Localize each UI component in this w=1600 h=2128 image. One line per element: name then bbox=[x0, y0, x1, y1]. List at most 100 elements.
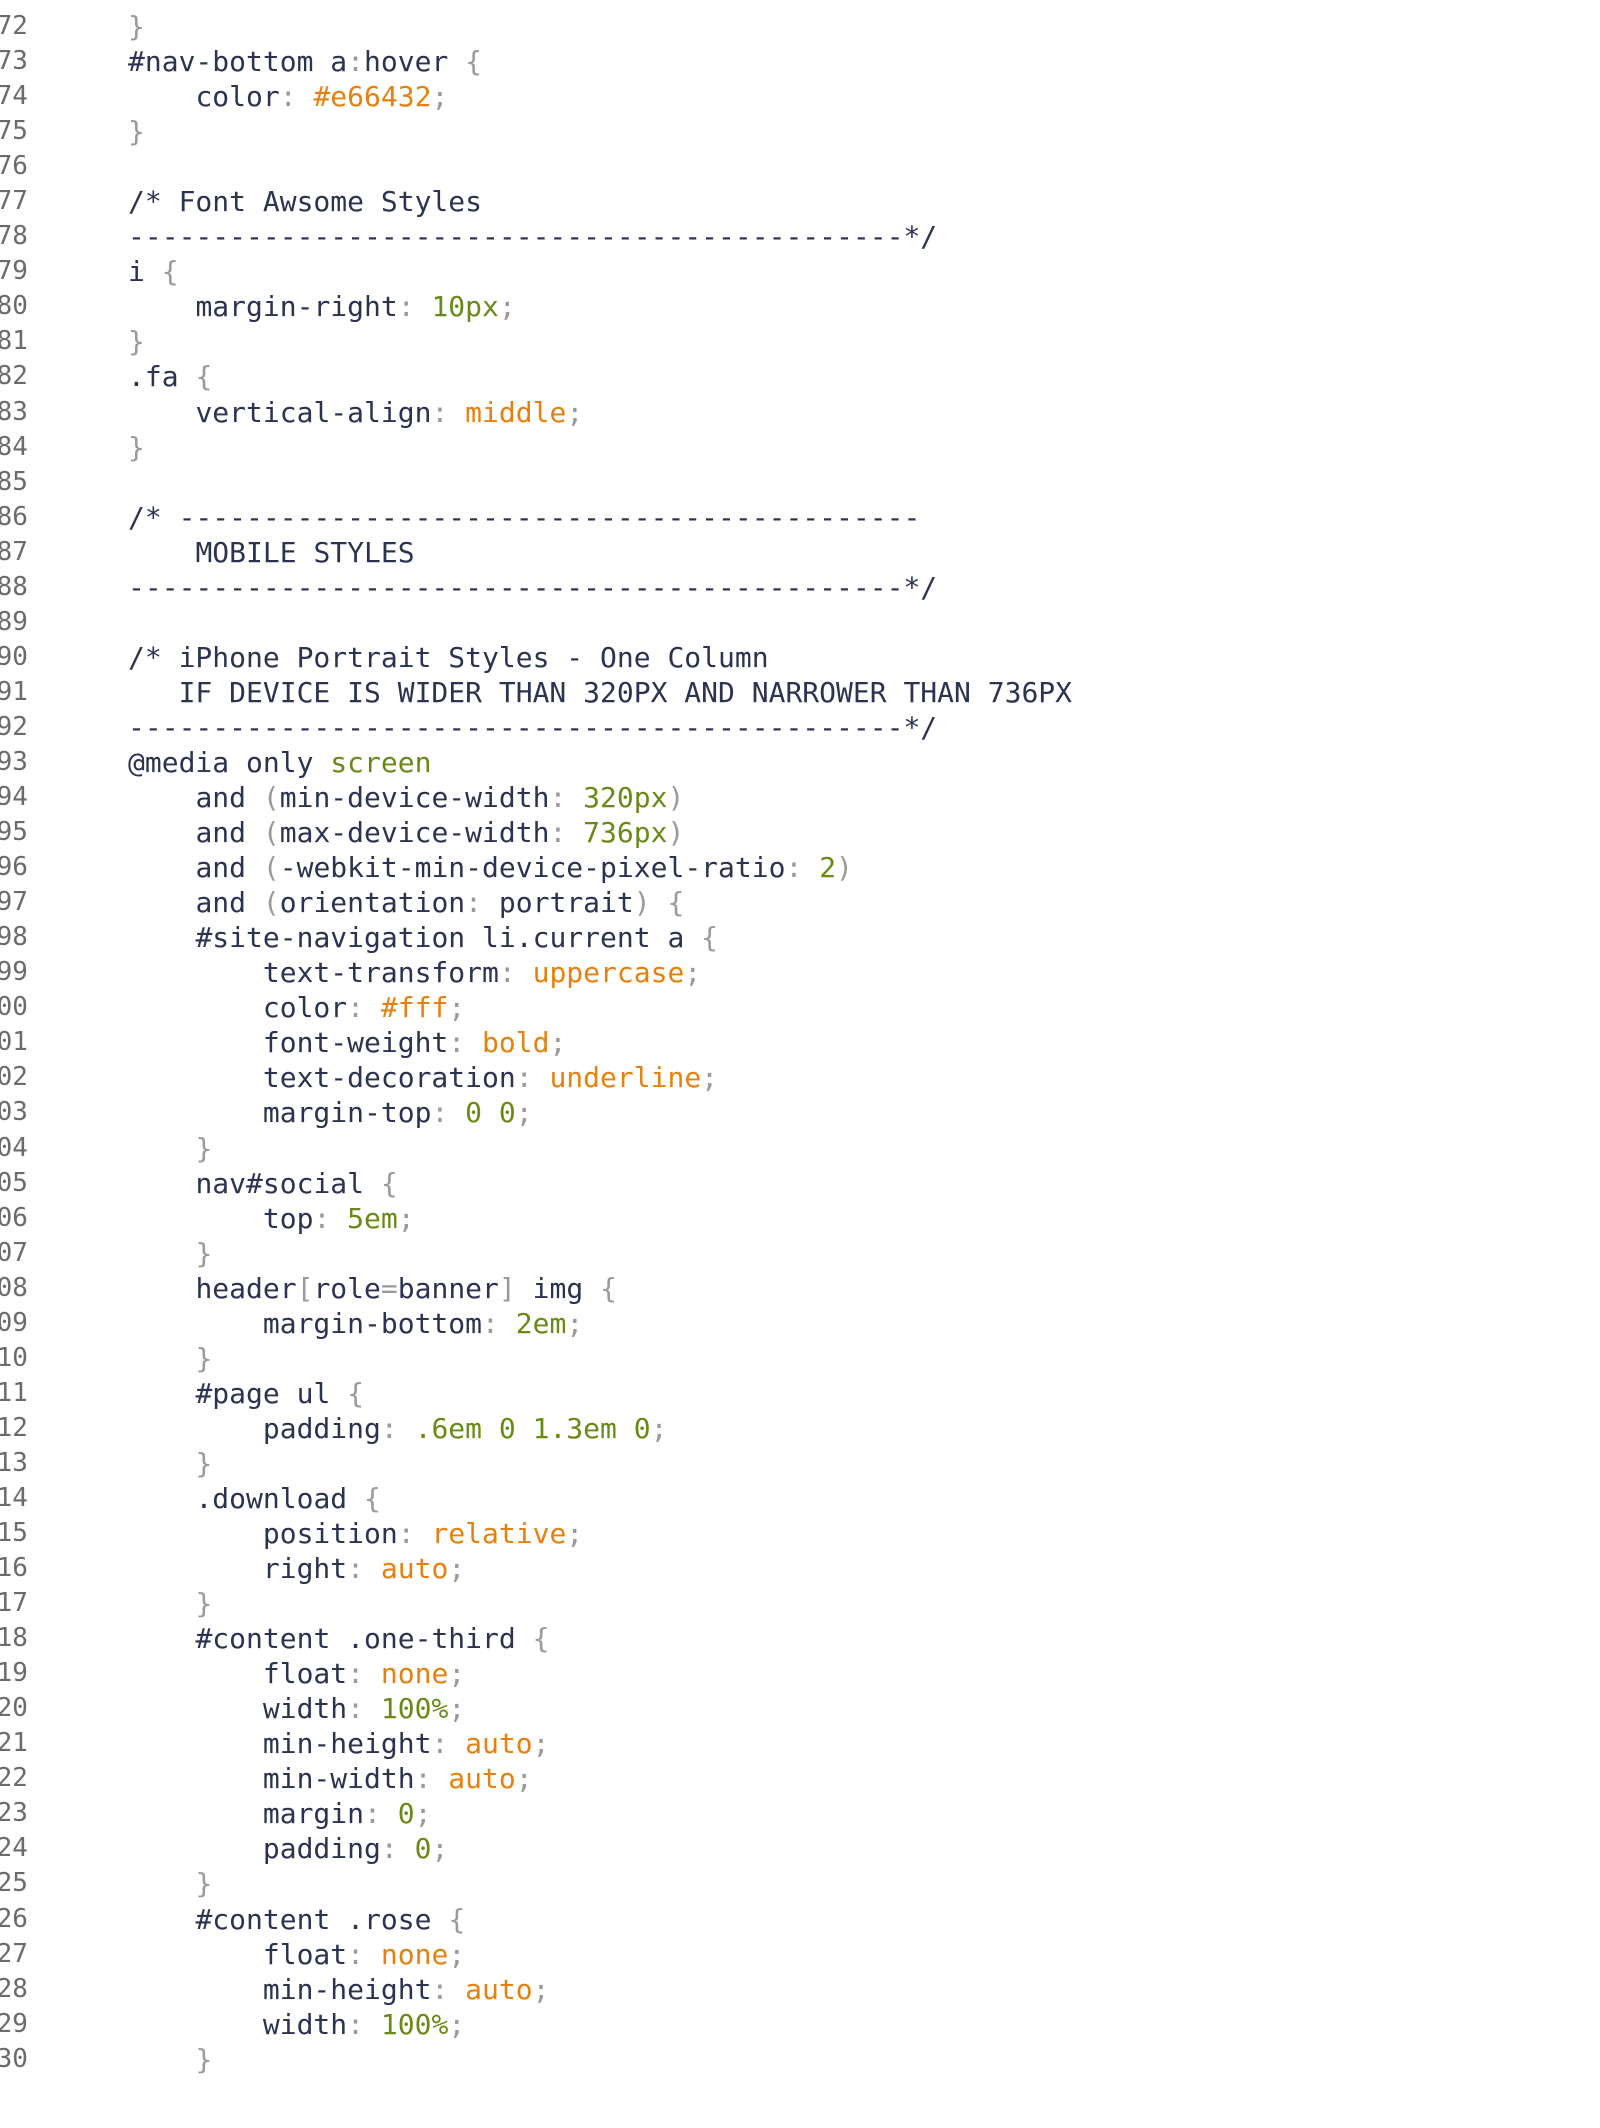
code-line[interactable]: 502 text-decoration: underline; bbox=[0, 1060, 1600, 1095]
code-line[interactable]: 509 margin-bottom: 2em; bbox=[0, 1306, 1600, 1341]
code-line[interactable]: 511 #page ul { bbox=[0, 1376, 1600, 1411]
code-line[interactable]: 528 min-height: auto; bbox=[0, 1972, 1600, 2007]
code-line[interactable]: 503 margin-top: 0 0; bbox=[0, 1095, 1600, 1130]
code-line[interactable]: 475} bbox=[0, 114, 1600, 149]
line-code: ----------------------------------------… bbox=[128, 710, 937, 745]
code-line[interactable]: 513 } bbox=[0, 1446, 1600, 1481]
code-line[interactable]: 488 -------------------------------------… bbox=[0, 570, 1600, 605]
code-line[interactable]: 529 width: 100%; bbox=[0, 2007, 1600, 2042]
code-line[interactable]: 504 } bbox=[0, 1131, 1600, 1166]
code-line[interactable]: 472} bbox=[0, 9, 1600, 44]
code-line[interactable]: 479 i { bbox=[0, 254, 1600, 289]
code-line[interactable]: 499 text-transform: uppercase; bbox=[0, 955, 1600, 990]
line-code: padding: .6em 0 1.3em 0; bbox=[128, 1411, 668, 1446]
line-code: and (min-device-width: 320px) bbox=[128, 780, 684, 815]
code-token: ( bbox=[262, 781, 280, 815]
line-number: 516 bbox=[0, 1553, 28, 1584]
code-line[interactable]: 497 and (orientation: portrait) { bbox=[0, 885, 1600, 920]
code-token: { bbox=[195, 360, 213, 394]
code-line[interactable]: 494 and (min-device-width: 320px) bbox=[0, 780, 1600, 815]
code-token: min-device-width bbox=[279, 781, 550, 815]
code-line[interactable]: 495 and (max-device-width: 736px) bbox=[0, 815, 1600, 850]
code-line[interactable]: 530 } bbox=[0, 2042, 1600, 2077]
code-line[interactable]: 483 vertical-align: middle; bbox=[0, 395, 1600, 430]
code-token: : bbox=[465, 886, 499, 920]
line-code: } bbox=[128, 1446, 212, 1481]
code-line[interactable]: 525 } bbox=[0, 1866, 1600, 1901]
code-line[interactable]: 516 right: auto; bbox=[0, 1551, 1600, 1586]
code-line[interactable]: 524 padding: 0; bbox=[0, 1831, 1600, 1866]
code-line[interactable]: 473 #nav-bottom a:hover { bbox=[0, 44, 1600, 79]
code-line[interactable]: 501 font-weight: bold; bbox=[0, 1025, 1600, 1060]
code-line[interactable]: 498 #site-navigation li.current a { bbox=[0, 920, 1600, 955]
code-line[interactable]: 489 bbox=[0, 605, 1600, 640]
code-line[interactable]: 491 IF DEVICE IS WIDER THAN 320PX AND NA… bbox=[0, 675, 1600, 710]
code-token: relative bbox=[431, 1517, 567, 1551]
code-line[interactable]: 512 padding: .6em 0 1.3em 0; bbox=[0, 1411, 1600, 1446]
code-token: : bbox=[347, 1657, 381, 1691]
code-line[interactable]: 485 bbox=[0, 465, 1600, 500]
code-line[interactable]: 496 and (-webkit-min-device-pixel-ratio:… bbox=[0, 850, 1600, 885]
line-number: 517 bbox=[0, 1588, 28, 1619]
code-lines: 472}473#nav-bottom a:hover {474 color: #… bbox=[0, 9, 1600, 2077]
code-line[interactable]: 478 -------------------------------------… bbox=[0, 219, 1600, 254]
code-line[interactable]: 508 header[role=banner] img { bbox=[0, 1271, 1600, 1306]
code-line[interactable]: 522 min-width: auto; bbox=[0, 1761, 1600, 1796]
line-number: 494 bbox=[0, 782, 28, 813]
line-code: } bbox=[128, 9, 145, 44]
code-line[interactable]: 481} bbox=[0, 324, 1600, 359]
code-line[interactable]: 515 position: relative; bbox=[0, 1516, 1600, 1551]
line-code: width: 100%; bbox=[128, 1691, 465, 1726]
code-line[interactable]: 474 color: #e66432; bbox=[0, 79, 1600, 114]
code-line[interactable]: 527 float: none; bbox=[0, 1937, 1600, 1972]
code-token: ; bbox=[650, 1411, 668, 1445]
code-line[interactable]: 526 #content .rose { bbox=[0, 1902, 1600, 1937]
line-code: min-height: auto; bbox=[128, 1972, 550, 2007]
code-line[interactable]: 505 nav#social { bbox=[0, 1166, 1600, 1201]
code-line[interactable]: 500 color: #fff; bbox=[0, 990, 1600, 1025]
code-line[interactable]: 521 min-height: auto; bbox=[0, 1726, 1600, 1761]
code-line[interactable]: 486 /* ----------------------------------… bbox=[0, 500, 1600, 535]
code-line[interactable]: 523 margin: 0; bbox=[0, 1796, 1600, 1831]
line-number: 491 bbox=[0, 676, 28, 707]
code-token: margin bbox=[262, 1797, 365, 1831]
code-line[interactable]: 476 bbox=[0, 149, 1600, 184]
code-token: } bbox=[128, 10, 145, 43]
code-line[interactable]: 493 @media only screen bbox=[0, 745, 1600, 780]
code-token: #page ul bbox=[195, 1376, 348, 1410]
code-line[interactable]: 514 .download { bbox=[0, 1481, 1600, 1516]
line-number: 488 bbox=[0, 571, 28, 602]
code-line[interactable]: 480 margin-right: 10px; bbox=[0, 289, 1600, 324]
code-line[interactable]: 507 } bbox=[0, 1236, 1600, 1271]
code-token: ----------------------------------------… bbox=[128, 710, 938, 744]
code-line[interactable]: 510 } bbox=[0, 1341, 1600, 1376]
code-line[interactable]: 477 /* Font Awsome Styles bbox=[0, 184, 1600, 219]
code-editor[interactable]: 472}473#nav-bottom a:hover {474 color: #… bbox=[0, 0, 1600, 2128]
line-code: #page ul { bbox=[128, 1376, 364, 1411]
code-line[interactable]: 484} bbox=[0, 430, 1600, 465]
code-line[interactable]: 492 -------------------------------------… bbox=[0, 710, 1600, 745]
line-number: 510 bbox=[0, 1342, 28, 1373]
line-code: and (-webkit-min-device-pixel-ratio: 2) bbox=[128, 850, 852, 885]
code-token: #fff bbox=[380, 991, 449, 1025]
code-token: .download bbox=[195, 1481, 365, 1515]
code-token: ; bbox=[448, 1937, 466, 1971]
line-code: margin-right: 10px; bbox=[128, 289, 515, 324]
code-line[interactable]: 519 float: none; bbox=[0, 1656, 1600, 1691]
code-line[interactable]: 490 /* iPhone Portrait Styles - One Colum… bbox=[0, 640, 1600, 675]
code-token: ; bbox=[549, 1026, 567, 1060]
code-line[interactable]: 487 MOBILE STYLES bbox=[0, 535, 1600, 570]
code-line[interactable]: 518 #content .one-third { bbox=[0, 1621, 1600, 1656]
code-line[interactable]: 517 } bbox=[0, 1586, 1600, 1621]
line-code: #nav-bottom a:hover { bbox=[128, 44, 482, 79]
code-line[interactable]: 520 width: 100%; bbox=[0, 1691, 1600, 1726]
line-number: 480 bbox=[0, 291, 28, 322]
code-line[interactable]: 482 .fa { bbox=[0, 359, 1600, 394]
line-code: } bbox=[128, 1866, 212, 1901]
code-line[interactable]: 506 top: 5em; bbox=[0, 1201, 1600, 1236]
